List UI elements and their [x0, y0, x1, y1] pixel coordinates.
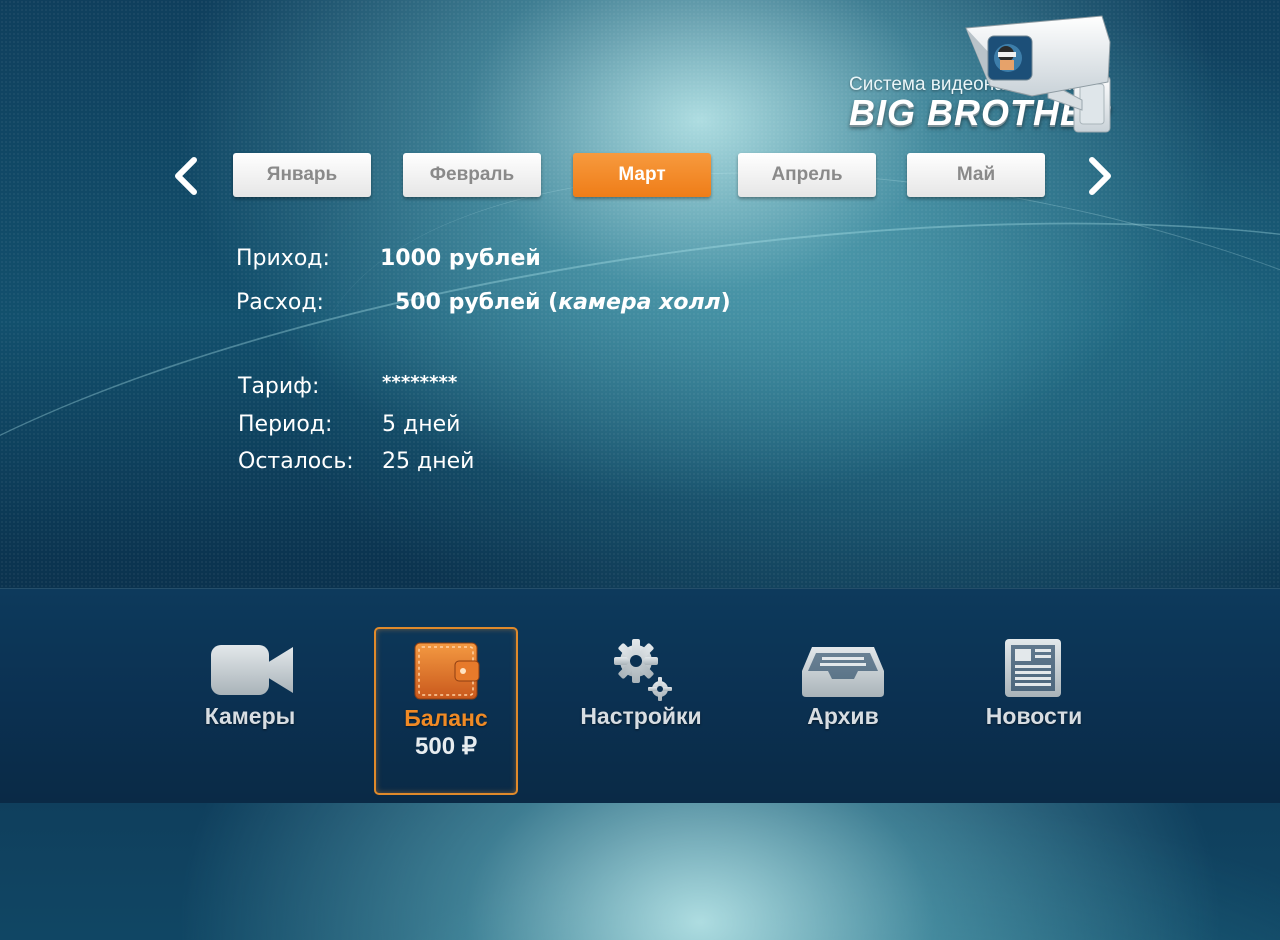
- nav-settings-label: Настройки: [580, 703, 702, 729]
- expense-value: 500 рублей (камера холл): [395, 290, 731, 315]
- month-tab-march[interactable]: Март: [573, 153, 711, 197]
- chevron-left-icon: [175, 157, 197, 195]
- income-value: 1000 рублей: [380, 246, 541, 271]
- income-label: Приход:: [236, 246, 330, 271]
- remaining-label: Осталось:: [238, 449, 354, 474]
- security-camera-icon: [965, 15, 1111, 133]
- month-tab-february[interactable]: Февраль: [403, 153, 541, 197]
- nav-balance[interactable]: Баланс 500 ₽: [374, 627, 518, 795]
- chevron-right-icon: [1089, 157, 1111, 195]
- video-camera-icon: [211, 645, 293, 695]
- bottom-nav-bar: Камеры Баланс 500 ₽ Настройки Архив Ново…: [0, 588, 1280, 803]
- period-label: Период:: [238, 412, 333, 437]
- nav-settings[interactable]: Настройки: [571, 627, 711, 791]
- prev-month-arrow[interactable]: [166, 154, 206, 198]
- newspaper-icon: [1005, 639, 1061, 697]
- next-month-arrow[interactable]: [1080, 154, 1120, 198]
- nav-news[interactable]: Новости: [964, 627, 1104, 791]
- balance-amount: 500 ₽: [415, 733, 477, 760]
- gear-icon: [614, 639, 672, 701]
- nav-cameras[interactable]: Камеры: [180, 627, 320, 791]
- nav-archive-label: Архив: [807, 703, 879, 729]
- period-value: 5 дней: [382, 412, 461, 437]
- expense-amount: 500 рублей (: [395, 290, 559, 315]
- tariff-label: Тариф:: [238, 374, 320, 399]
- month-tab-april[interactable]: Апрель: [738, 153, 876, 197]
- nav-balance-label: Баланс: [404, 705, 488, 731]
- expense-label: Расход:: [236, 290, 324, 315]
- tariff-value: ********: [382, 372, 458, 393]
- month-tab-january[interactable]: Январь: [233, 153, 371, 197]
- wallet-icon: [414, 642, 480, 700]
- archive-tray-icon: [802, 647, 884, 697]
- month-tab-may[interactable]: Май: [907, 153, 1045, 197]
- expense-note: камера холл: [558, 290, 721, 315]
- nav-archive[interactable]: Архив: [773, 627, 913, 791]
- nav-cameras-label: Камеры: [204, 703, 296, 729]
- nav-news-label: Новости: [985, 703, 1083, 729]
- expense-close: ): [720, 290, 731, 315]
- remaining-value: 25 дней: [382, 449, 475, 474]
